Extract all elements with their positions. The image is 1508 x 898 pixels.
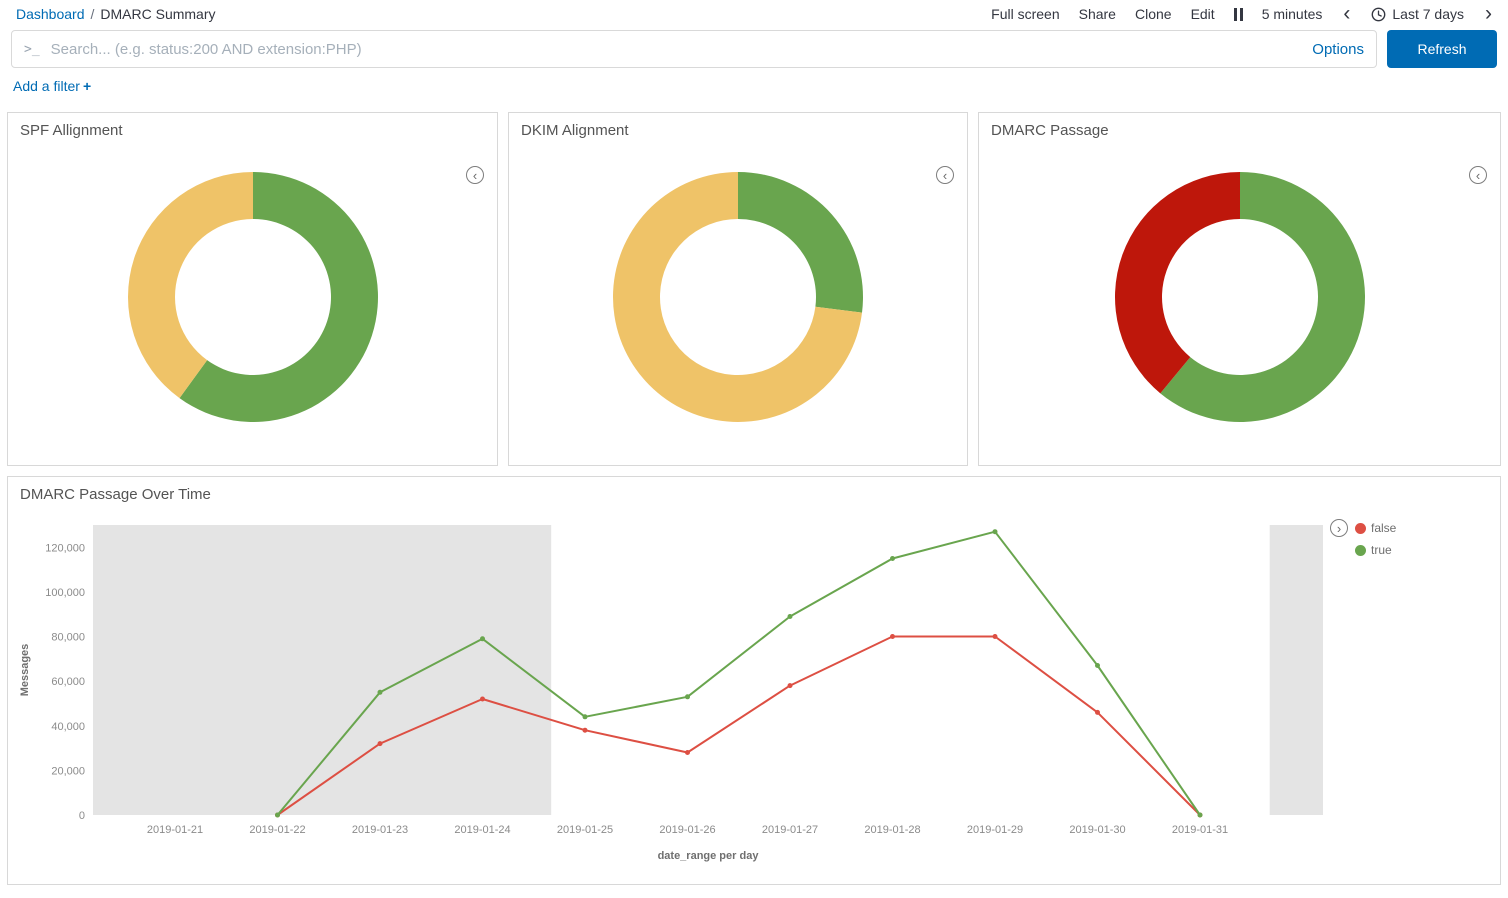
- console-prompt-icon: >_: [24, 42, 40, 57]
- x-axis-tick-label: 2019-01-24: [454, 824, 510, 836]
- breadcrumb-separator: /: [91, 6, 95, 22]
- y-axis-tick-label: 100,000: [45, 587, 85, 599]
- search-box: >_ Options: [11, 30, 1377, 68]
- data-point[interactable]: [890, 556, 895, 561]
- x-axis-tick-label: 2019-01-21: [147, 824, 203, 836]
- panel-dmarc-passage: DMARC Passage ‹: [978, 112, 1501, 466]
- time-forward-icon[interactable]: ›: [1483, 7, 1494, 21]
- spf-donut-chart[interactable]: [123, 167, 383, 427]
- time-range-label: Last 7 days: [1392, 6, 1464, 22]
- y-axis-tick-label: 120,000: [45, 542, 85, 554]
- data-point[interactable]: [788, 683, 793, 688]
- x-axis-tick-label: 2019-01-26: [659, 824, 715, 836]
- donut-segment[interactable]: [1115, 172, 1240, 393]
- data-point[interactable]: [1198, 813, 1203, 818]
- dashboard-actions: Full screen Share Clone Edit 5 minutes ‹…: [991, 6, 1494, 22]
- y-axis-tick-label: 60,000: [51, 676, 85, 688]
- clone-button[interactable]: Clone: [1135, 6, 1172, 22]
- pause-refresh-icon[interactable]: [1234, 8, 1243, 21]
- x-axis-tick-label: 2019-01-25: [557, 824, 613, 836]
- timeseries-line-chart[interactable]: 0 20,000 40,000 60,000 80,000 100,000 120,000 2…: [8, 515, 1338, 867]
- data-point[interactable]: [583, 714, 588, 719]
- edit-button[interactable]: Edit: [1191, 6, 1215, 22]
- refresh-button[interactable]: Refresh: [1387, 30, 1497, 68]
- breadcrumb: Dashboard / DMARC Summary: [16, 6, 216, 22]
- time-back-icon[interactable]: ‹: [1341, 7, 1352, 21]
- legend-item-false[interactable]: false: [1355, 521, 1396, 535]
- clock-icon: [1371, 7, 1386, 22]
- data-point[interactable]: [993, 529, 998, 534]
- data-point[interactable]: [685, 750, 690, 755]
- pause-bar: [1234, 8, 1237, 21]
- full-screen-button[interactable]: Full screen: [991, 6, 1059, 22]
- data-point[interactable]: [378, 741, 383, 746]
- donut-segment[interactable]: [738, 172, 863, 313]
- x-axis-tick-label: 2019-01-30: [1069, 824, 1125, 836]
- legend-toggle-icon[interactable]: ›: [1330, 519, 1348, 537]
- x-axis-tick-label: 2019-01-28: [864, 824, 920, 836]
- legend-label: true: [1371, 543, 1392, 557]
- panel-title: DMARC Passage Over Time: [8, 477, 1500, 503]
- breadcrumb-dashboard-link[interactable]: Dashboard: [16, 6, 85, 22]
- data-point[interactable]: [890, 634, 895, 639]
- legend-dot-false: [1355, 523, 1366, 534]
- y-axis-tick-label: 40,000: [51, 721, 85, 733]
- panel-dmarc-passage-over-time: DMARC Passage Over Time 0 20,000 40,000 60,…: [7, 476, 1501, 885]
- data-point[interactable]: [993, 634, 998, 639]
- legend-item-true[interactable]: true: [1355, 543, 1396, 557]
- panel-title: DMARC Passage: [979, 113, 1500, 139]
- y-axis-tick-label: 20,000: [51, 765, 85, 777]
- add-filter-link[interactable]: Add a filter+: [13, 78, 91, 94]
- share-button[interactable]: Share: [1079, 6, 1116, 22]
- x-axis-tick-label: 2019-01-31: [1172, 824, 1228, 836]
- add-filter-label: Add a filter: [13, 78, 80, 94]
- data-point[interactable]: [275, 813, 280, 818]
- data-point[interactable]: [1095, 663, 1100, 668]
- y-axis-tick-label: 0: [79, 810, 85, 822]
- refresh-interval-button[interactable]: 5 minutes: [1262, 6, 1323, 22]
- legend-items: false true: [1355, 521, 1396, 557]
- legend-label: false: [1371, 521, 1396, 535]
- plus-icon: +: [83, 78, 91, 94]
- panel-title: DKIM Alignment: [509, 113, 967, 139]
- x-axis-tick-label: 2019-01-23: [352, 824, 408, 836]
- pause-bar: [1240, 8, 1243, 21]
- time-range-shaded-region: [93, 525, 551, 815]
- x-axis-tick-label: 2019-01-29: [967, 824, 1023, 836]
- x-axis-title: date_range per day: [658, 850, 760, 862]
- data-point[interactable]: [685, 694, 690, 699]
- data-point[interactable]: [480, 697, 485, 702]
- time-range-shaded-region: [1270, 525, 1323, 815]
- time-range-button[interactable]: Last 7 days: [1371, 6, 1464, 22]
- data-point[interactable]: [788, 614, 793, 619]
- data-point[interactable]: [1095, 710, 1100, 715]
- panel-spf-allignment: SPF Allignment ‹: [7, 112, 498, 466]
- data-point[interactable]: [583, 728, 588, 733]
- dmarc-donut-chart[interactable]: [1110, 167, 1370, 427]
- y-axis-tick-label: 80,000: [51, 632, 85, 644]
- search-input[interactable]: [49, 40, 1304, 59]
- donut-segment[interactable]: [127, 172, 252, 398]
- panel-dkim-alignment: DKIM Alignment ‹: [508, 112, 968, 466]
- x-axis-tick-label: 2019-01-27: [762, 824, 818, 836]
- legend-dot-true: [1355, 545, 1366, 556]
- data-point[interactable]: [378, 690, 383, 695]
- timeseries-chart-area: 0 20,000 40,000 60,000 80,000 100,000 120,000 2…: [8, 515, 1500, 867]
- legend-toggle-icon[interactable]: ‹: [466, 166, 484, 184]
- dkim-donut-chart[interactable]: [608, 167, 868, 427]
- chart-legend: › false true: [1330, 519, 1396, 557]
- y-axis-title: Messages: [19, 644, 31, 697]
- filter-bar: Add a filter+: [0, 68, 1508, 107]
- dashboard-panels-row: SPF Allignment ‹ DKIM Alignment ‹ DMARC …: [0, 112, 1508, 466]
- panel-title: SPF Allignment: [8, 113, 497, 139]
- top-navigation-bar: Dashboard / DMARC Summary Full screen Sh…: [0, 0, 1508, 26]
- data-point[interactable]: [480, 636, 485, 641]
- options-link[interactable]: Options: [1312, 41, 1364, 58]
- x-axis-tick-label: 2019-01-22: [249, 824, 305, 836]
- search-bar: >_ Options Refresh: [0, 30, 1508, 68]
- breadcrumb-current-page: DMARC Summary: [100, 6, 215, 22]
- legend-toggle-icon[interactable]: ‹: [936, 166, 954, 184]
- legend-toggle-icon[interactable]: ‹: [1469, 166, 1487, 184]
